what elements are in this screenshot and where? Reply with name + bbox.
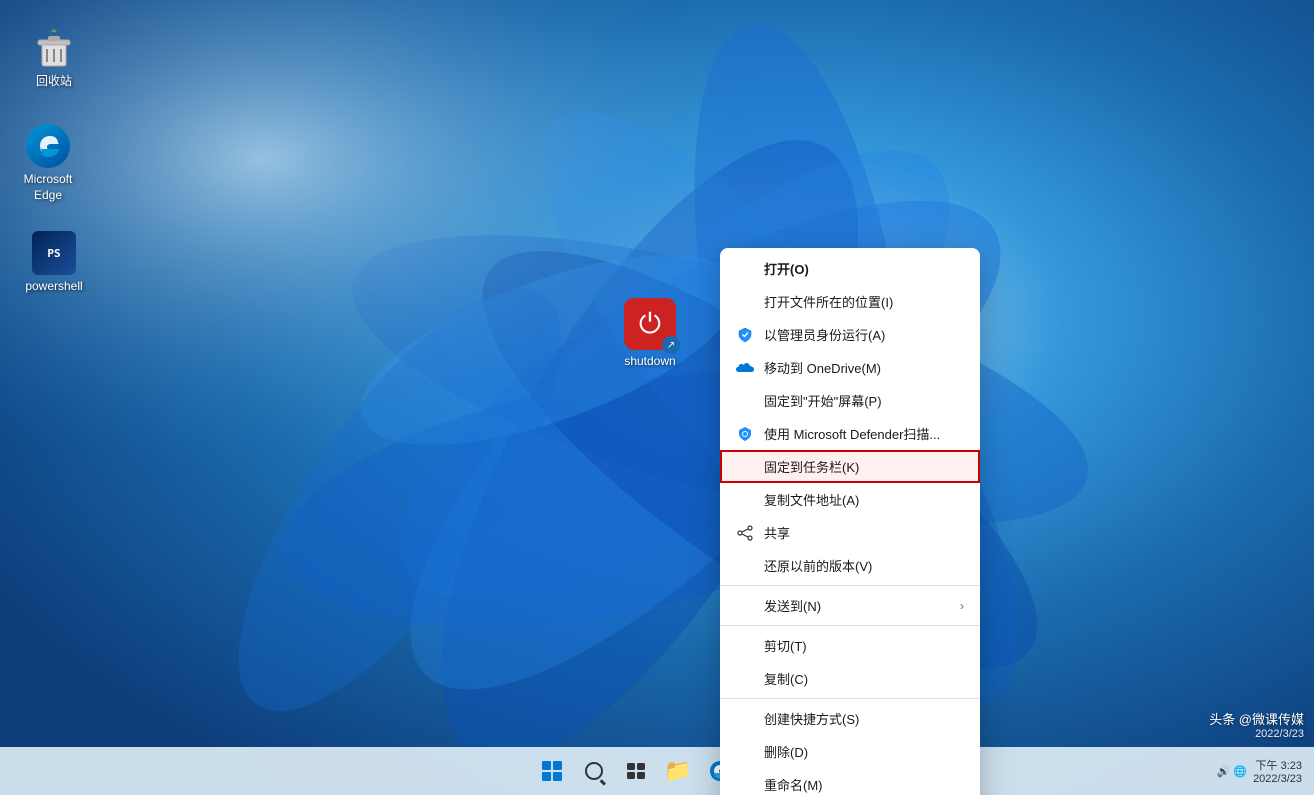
copy-icon xyxy=(736,670,754,688)
shield-icon xyxy=(736,326,754,344)
ctx-item-copy[interactable]: 复制(C) xyxy=(720,662,980,695)
separator-1 xyxy=(720,585,980,586)
onedrive-icon xyxy=(736,359,754,377)
restore-icon xyxy=(736,557,754,575)
rename-icon xyxy=(736,776,754,794)
watermark-text: 头条 @微课传媒 xyxy=(1209,709,1304,728)
ctx-label-pin-taskbar: 固定到任务栏(K) xyxy=(764,457,964,476)
ctx-item-delete[interactable]: 删除(D) xyxy=(720,735,980,768)
ctx-label-pin-start: 固定到"开始"屏幕(P) xyxy=(764,391,964,410)
edge-icon xyxy=(24,122,72,170)
separator-3 xyxy=(720,698,980,699)
ctx-label-rename: 重命名(M) xyxy=(764,775,964,794)
context-menu: 打开(O) 打开文件所在的位置(I) 以管理员身份运行(A) 移动到 OneDr… xyxy=(720,248,980,795)
open-location-icon xyxy=(736,293,754,311)
ctx-label-run-as-admin: 以管理员身份运行(A) xyxy=(764,325,964,344)
open-icon xyxy=(736,260,754,278)
taskbar-right-area: 🔊 🌐 下午 3:23 2022/3/23 xyxy=(1217,747,1302,795)
powershell-icon: PS xyxy=(30,229,78,277)
ctx-item-open[interactable]: 打开(O) xyxy=(720,252,980,285)
pin-taskbar-icon xyxy=(736,458,754,476)
desktop-icon-edge[interactable]: Microsoft Edge xyxy=(12,118,84,207)
powershell-label: powershell xyxy=(25,279,82,295)
ctx-label-defender: 使用 Microsoft Defender扫描... xyxy=(764,424,964,443)
defender-icon xyxy=(736,425,754,443)
ctx-label-send-to: 发送到(N) xyxy=(764,596,950,615)
ctx-item-run-as-admin[interactable]: 以管理员身份运行(A) xyxy=(720,318,980,351)
send-to-icon xyxy=(736,597,754,615)
ctx-item-move-to-onedrive[interactable]: 移动到 OneDrive(M) xyxy=(720,351,980,384)
ctx-label-copy: 复制(C) xyxy=(764,669,964,688)
ctx-label-delete: 删除(D) xyxy=(764,742,964,761)
ctx-label-cut: 剪切(T) xyxy=(764,636,964,655)
desktop: 回收站 Microsoft Edge PS powershell ⏻ ↗ shu… xyxy=(0,0,1314,795)
watermark: 头条 @微课传媒 2022/3/23 xyxy=(1209,709,1304,740)
ctx-item-open-location[interactable]: 打开文件所在的位置(I) xyxy=(720,285,980,318)
folder-icon: 📁 xyxy=(664,758,691,784)
ctx-item-restore[interactable]: 还原以前的版本(V) xyxy=(720,549,980,582)
copy-path-icon xyxy=(736,491,754,509)
desktop-icon-powershell[interactable]: PS powershell xyxy=(18,225,90,299)
cut-icon xyxy=(736,637,754,655)
taskbar-search-button[interactable] xyxy=(574,751,614,791)
windows-logo-icon xyxy=(542,761,562,781)
taskbar-task-view-button[interactable] xyxy=(616,751,656,791)
watermark-date: 2022/3/23 xyxy=(1209,728,1304,740)
wallpaper xyxy=(0,0,1314,795)
clock[interactable]: 下午 3:23 2022/3/23 xyxy=(1253,757,1302,785)
ctx-item-defender[interactable]: 使用 Microsoft Defender扫描... xyxy=(720,417,980,450)
ctx-item-create-shortcut[interactable]: 创建快捷方式(S) xyxy=(720,702,980,735)
power-symbol-icon: ⏻ xyxy=(639,310,661,338)
taskbar-start-button[interactable] xyxy=(532,751,572,791)
ctx-item-cut[interactable]: 剪切(T) xyxy=(720,629,980,662)
delete-icon xyxy=(736,743,754,761)
search-icon xyxy=(585,762,603,780)
ctx-label-create-shortcut: 创建快捷方式(S) xyxy=(764,709,964,728)
desktop-icon-shutdown[interactable]: ⏻ ↗ shutdown xyxy=(610,298,690,368)
ctx-label-onedrive: 移动到 OneDrive(M) xyxy=(764,358,964,377)
recycle-bin-icon xyxy=(30,24,78,72)
date-display: 2022/3/23 xyxy=(1253,773,1302,785)
taskbar: 📁 🔊 � xyxy=(0,747,1314,795)
pin-start-icon xyxy=(736,392,754,410)
create-shortcut-icon xyxy=(736,710,754,728)
desktop-icon-recycle-bin[interactable]: 回收站 xyxy=(18,20,90,94)
shortcut-arrow-badge: ↗ xyxy=(662,336,680,354)
shutdown-icon-box: ⏻ ↗ xyxy=(624,298,676,350)
ctx-item-share[interactable]: 共享 xyxy=(720,516,980,549)
ctx-item-rename[interactable]: 重命名(M) xyxy=(720,768,980,795)
edge-label: Microsoft Edge xyxy=(16,172,80,203)
ctx-item-send-to[interactable]: 发送到(N) › xyxy=(720,589,980,622)
ctx-label-open: 打开(O) xyxy=(764,259,964,278)
separator-2 xyxy=(720,625,980,626)
send-to-arrow: › xyxy=(960,599,964,613)
ctx-item-pin-taskbar[interactable]: 固定到任务栏(K) xyxy=(720,450,980,483)
ctx-label-share: 共享 xyxy=(764,523,964,542)
ctx-item-pin-start[interactable]: 固定到"开始"屏幕(P) xyxy=(720,384,980,417)
share-icon xyxy=(736,524,754,542)
taskbar-file-explorer-button[interactable]: 📁 xyxy=(658,751,698,791)
shutdown-label: shutdown xyxy=(624,354,675,368)
task-view-icon xyxy=(626,761,646,781)
ctx-label-open-location: 打开文件所在的位置(I) xyxy=(764,292,964,311)
ctx-label-restore: 还原以前的版本(V) xyxy=(764,556,964,575)
time-display: 下午 3:23 xyxy=(1253,757,1302,773)
ctx-item-copy-path[interactable]: 复制文件地址(A) xyxy=(720,483,980,516)
system-tray[interactable]: 🔊 🌐 xyxy=(1217,765,1247,778)
ctx-label-copy-path: 复制文件地址(A) xyxy=(764,490,964,509)
recycle-bin-label: 回收站 xyxy=(36,74,72,90)
